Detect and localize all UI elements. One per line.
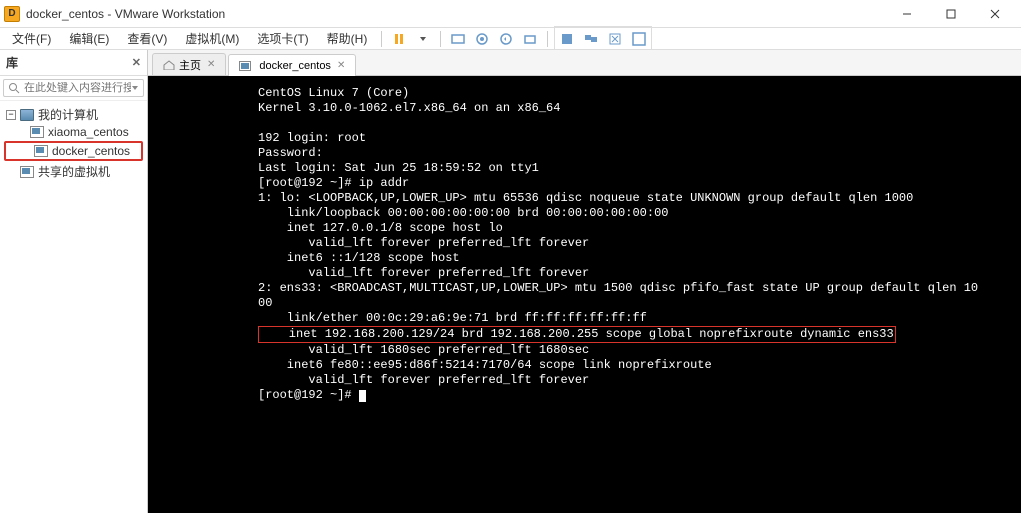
terminal-line: valid_lft forever preferred_lft forever [258, 373, 589, 387]
snapshot-manager-icon[interactable] [519, 28, 541, 50]
tab-bar: 主页 ✕ docker_centos ✕ [148, 50, 1021, 76]
terminal-line: link/ether 00:0c:29:a6:9e:71 brd ff:ff:f… [258, 311, 647, 325]
content-area: 主页 ✕ docker_centos ✕ CentOS Linux 7 (Cor… [148, 50, 1021, 513]
separator [440, 31, 441, 47]
computer-icon [20, 109, 34, 121]
terminal-prompt: [root@192 ~]# [258, 388, 359, 402]
tab-close-icon[interactable]: ✕ [207, 59, 215, 70]
menu-tabs[interactable]: 选项卡(T) [249, 28, 316, 49]
terminal-line: valid_lft forever preferred_lft forever [258, 236, 589, 250]
terminal-line: valid_lft 1680sec preferred_lft 1680sec [258, 343, 589, 357]
window-controls [885, 1, 1017, 27]
tab-label: docker_centos [259, 60, 331, 72]
fullscreen-icon[interactable] [628, 28, 650, 50]
main-area: 库 ✕ − 我的计算机 xiaoma_centos docker_centos [0, 50, 1021, 513]
maximize-button[interactable] [929, 1, 973, 27]
collapse-icon[interactable]: − [6, 110, 16, 120]
tree-label: docker_centos [52, 144, 130, 158]
separator [381, 31, 382, 47]
close-button[interactable] [973, 1, 1017, 27]
terminal-line: inet6 fe80::ee95:d86f:5214:7170/64 scope… [258, 358, 712, 372]
tab-label: 主页 [179, 57, 201, 73]
tab-docker-centos[interactable]: docker_centos ✕ [228, 54, 356, 76]
tree-label: 我的计算机 [38, 106, 98, 123]
menu-vm[interactable]: 虚拟机(M) [177, 28, 247, 49]
tree-item-docker-centos[interactable]: docker_centos [4, 141, 143, 161]
send-key-icon[interactable] [447, 28, 469, 50]
separator [547, 31, 548, 47]
terminal-line: Last login: Sat Jun 25 18:59:52 on tty1 [258, 161, 539, 175]
terminal-line-highlighted: inet 192.168.200.129/24 brd 192.168.200.… [258, 326, 896, 343]
minimize-button[interactable] [885, 1, 929, 27]
app-icon [4, 6, 20, 22]
menu-view[interactable]: 查看(V) [119, 28, 175, 49]
menu-help[interactable]: 帮助(H) [319, 28, 376, 49]
terminal-line: 2: ens33: <BROADCAST,MULTICAST,UP,LOWER_… [258, 281, 978, 295]
terminal-line: link/loopback 00:00:00:00:00:00 brd 00:0… [258, 206, 668, 220]
tree-root-my-computer[interactable]: − 我的计算机 [2, 105, 145, 124]
search-icon [8, 82, 20, 94]
terminal-line: 1: lo: <LOOPBACK,UP,LOWER_UP> mtu 65536 … [258, 191, 913, 205]
thumbnail-icon[interactable] [556, 28, 578, 50]
tree-item-xiaoma-centos[interactable]: xiaoma_centos [2, 124, 145, 140]
tree-label: 共享的虚拟机 [38, 163, 110, 180]
search-box[interactable] [3, 79, 144, 97]
sidebar-header: 库 ✕ [0, 50, 147, 76]
terminal-line: Password: [258, 146, 323, 160]
vm-tree: − 我的计算机 xiaoma_centos docker_centos 共享的虚… [0, 101, 147, 513]
terminal-line: [root@192 ~]# ip addr [258, 176, 409, 190]
snapshot-icon[interactable] [471, 28, 493, 50]
snapshot-revert-icon[interactable] [495, 28, 517, 50]
titlebar: docker_centos - VMware Workstation [0, 0, 1021, 28]
vm-icon [239, 61, 251, 71]
terminal-line: valid_lft forever preferred_lft forever [258, 266, 589, 280]
vm-icon [30, 126, 44, 138]
menu-file[interactable]: 文件(F) [4, 28, 59, 49]
vm-icon [34, 145, 48, 157]
tree-label: xiaoma_centos [48, 125, 129, 139]
sidebar: 库 ✕ − 我的计算机 xiaoma_centos docker_centos [0, 50, 148, 513]
terminal-line: CentOS Linux 7 (Core) [258, 86, 409, 100]
menu-edit[interactable]: 编辑(E) [61, 28, 117, 49]
stretch-icon[interactable] [604, 28, 626, 50]
view-group [554, 26, 652, 52]
sidebar-close-icon[interactable]: ✕ [132, 56, 141, 69]
terminal-line: inet 127.0.0.1/8 scope host lo [258, 221, 503, 235]
tree-shared-vms[interactable]: 共享的虚拟机 [2, 162, 145, 181]
terminal-line: 00 [258, 296, 272, 310]
search-input[interactable] [24, 82, 131, 94]
terminal-line: Kernel 3.10.0-1062.el7.x86_64 on an x86_… [258, 101, 560, 115]
terminal-line: inet6 ::1/128 scope host [258, 251, 460, 265]
multimon-icon[interactable] [580, 28, 602, 50]
power-dropdown-icon[interactable] [412, 28, 434, 50]
terminal-line: 192 login: root [258, 131, 366, 145]
menubar: 文件(F) 编辑(E) 查看(V) 虚拟机(M) 选项卡(T) 帮助(H) [0, 28, 1021, 50]
home-icon [163, 60, 175, 70]
window-title: docker_centos - VMware Workstation [26, 7, 885, 21]
sidebar-search [0, 76, 147, 101]
tab-home[interactable]: 主页 ✕ [152, 53, 226, 75]
terminal[interactable]: CentOS Linux 7 (Core) Kernel 3.10.0-1062… [148, 76, 1021, 513]
power-pause-icon[interactable] [388, 28, 410, 50]
sidebar-title: 库 [6, 54, 18, 71]
tab-close-icon[interactable]: ✕ [337, 60, 345, 71]
search-dropdown-icon[interactable] [131, 84, 139, 92]
shared-vm-icon [20, 166, 34, 178]
cursor-icon [359, 390, 366, 402]
